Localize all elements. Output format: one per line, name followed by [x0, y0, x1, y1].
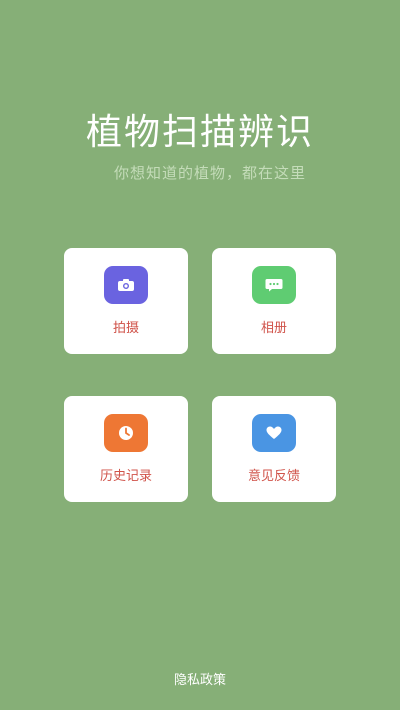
- history-label: 历史记录: [99, 469, 152, 484]
- feedback-label: 意见反馈: [247, 469, 300, 484]
- app-screen: 植物扫描辨识 你想知道的植物，都在这里 拍摄 相册 历史记录 意见反馈 隐私政策: [0, 0, 400, 710]
- album-label: 相册: [260, 321, 287, 336]
- clock-icon: [104, 414, 148, 452]
- chat-bubble-icon: [252, 266, 296, 304]
- heart-icon: [252, 414, 296, 452]
- album-button[interactable]: 相册: [212, 248, 336, 354]
- camera-label: 拍摄: [112, 321, 139, 336]
- history-button[interactable]: 历史记录: [64, 396, 188, 502]
- feedback-button[interactable]: 意见反馈: [212, 396, 336, 502]
- page-title: 植物扫描辨识: [85, 112, 314, 153]
- camera-icon: [104, 266, 148, 304]
- camera-button[interactable]: 拍摄: [64, 248, 188, 354]
- privacy-policy-link[interactable]: 隐私政策: [0, 672, 400, 690]
- page-subtitle: 你想知道的植物，都在这里: [113, 164, 306, 182]
